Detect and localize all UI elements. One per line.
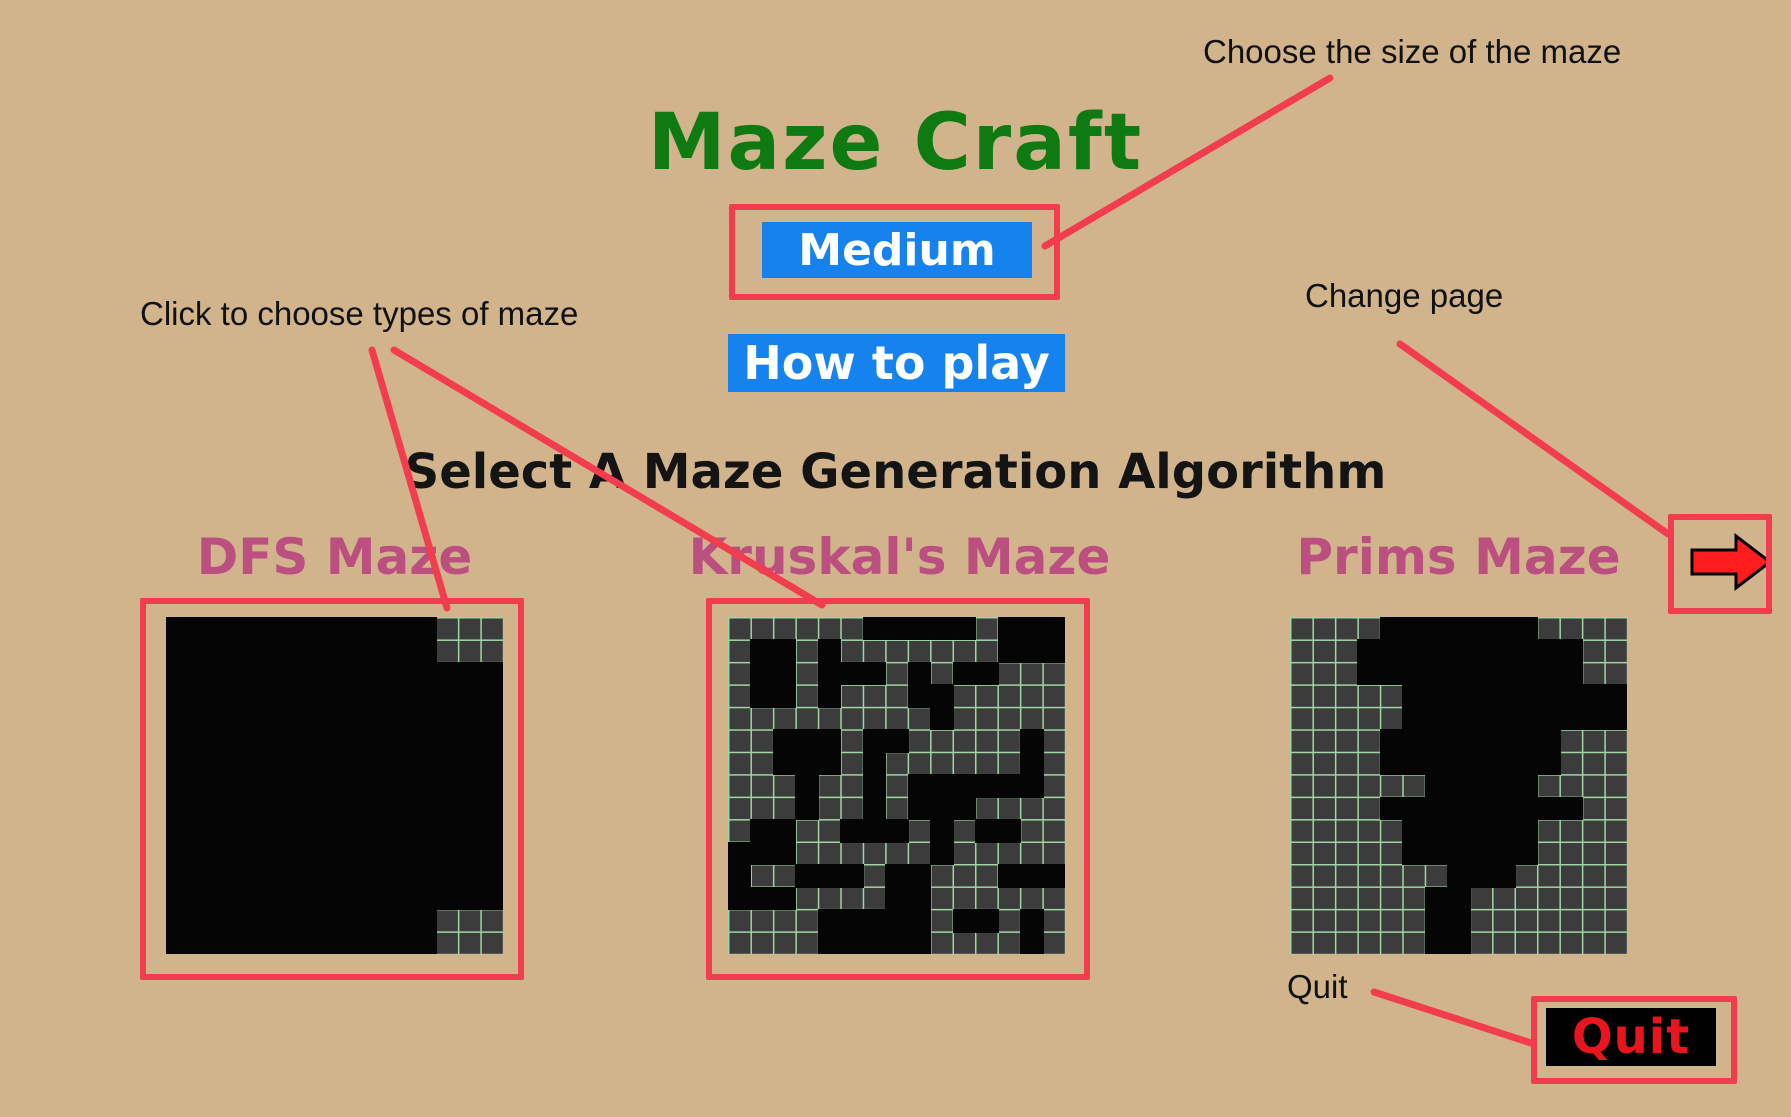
how-to-play-button[interactable]: How to play	[728, 334, 1065, 392]
maze-wall	[1379, 796, 1449, 821]
arrow-pointer-line	[1396, 340, 1672, 538]
quit-highlight-box	[1531, 996, 1737, 1084]
maze-wall	[1559, 684, 1627, 731]
dfs-highlight-box	[140, 598, 524, 980]
maze-wall	[1357, 639, 1584, 686]
maze-wall	[1514, 796, 1584, 821]
arrow-highlight-box	[1668, 514, 1772, 614]
maze-wall	[1447, 864, 1516, 888]
annotation-size: Choose the size of the maze	[1203, 33, 1622, 70]
annotation-quit: Quit	[1287, 968, 1348, 1005]
kruskal-highlight-box	[706, 598, 1090, 980]
maze-wall	[1402, 684, 1584, 731]
maze-wall	[1379, 617, 1539, 641]
size-highlight-box	[729, 204, 1060, 300]
maze-wall	[1379, 729, 1561, 776]
maze-wall	[1402, 819, 1539, 866]
prims-maze-preview[interactable]	[1290, 617, 1627, 954]
kruskal-maze-label: Kruskal's Maze	[688, 528, 1111, 586]
maze-wall	[1424, 886, 1471, 954]
app-title: Maze Craft	[647, 98, 1144, 188]
quit-pointer-line	[1370, 988, 1535, 1047]
prims-maze-label: Prims Maze	[1296, 528, 1621, 586]
annotation-types: Click to choose types of maze	[140, 295, 579, 332]
algorithm-heading: Select A Maze Generation Algorithm	[404, 444, 1387, 500]
dfs-maze-label: DFS Maze	[196, 528, 473, 586]
annotation-change-page: Change page	[1305, 277, 1504, 314]
